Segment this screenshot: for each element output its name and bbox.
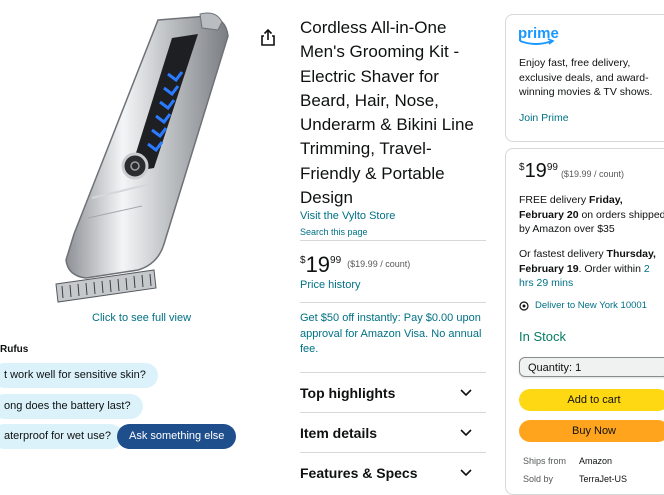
prime-logo: prime [518, 24, 562, 53]
price-per-unit: ($19.99 / count) [347, 259, 411, 269]
fastest-prefix: Or fastest delivery [519, 248, 607, 260]
ships-from-label: Ships from [523, 456, 567, 466]
stock-status: In Stock [519, 329, 566, 344]
chevron-down-icon [460, 469, 472, 477]
buy-box-price-symbol: $ [519, 162, 525, 173]
rufus-question-chip[interactable]: ong does the battery last? [0, 394, 143, 419]
share-icon[interactable] [258, 28, 278, 48]
fastest-mid: . Order within [578, 262, 644, 275]
join-prime-link[interactable]: Join Prime [519, 112, 569, 124]
price-whole: 19 [305, 252, 331, 277]
sold-by-link[interactable]: TerraJet-US [579, 474, 627, 484]
accordion-top-highlights[interactable]: Top highlights [300, 372, 486, 413]
fastest-delivery-text: Or fastest delivery Thursday, February 1… [519, 247, 664, 291]
rufus-label: Rufus [0, 344, 29, 355]
rufus-question-chip[interactable]: aterproof for wet use? [0, 424, 124, 449]
delivery-prefix: FREE delivery [519, 194, 590, 206]
price-history-link[interactable]: Price history [300, 279, 361, 291]
sold-by-label: Sold by [523, 474, 554, 484]
deliver-to-link[interactable]: Deliver to New York 10001 [519, 300, 647, 311]
buy-now-button[interactable]: Buy Now [519, 420, 664, 442]
visit-store-link[interactable]: Visit the Vylto Store [300, 210, 395, 222]
accordion-features-specs[interactable]: Features & Specs [300, 452, 486, 493]
accordion-item-details[interactable]: Item details [300, 412, 486, 453]
search-this-page-link[interactable]: Search this page [300, 227, 368, 237]
product-title: Cordless All-in-One Men's Grooming Kit -… [300, 18, 474, 208]
add-to-cart-button[interactable]: Add to cart [519, 389, 664, 411]
price-block: $1999 ($19.99 / count) [300, 253, 410, 279]
divider [300, 240, 486, 241]
chevron-down-icon [460, 429, 472, 437]
buy-box-price-whole: 19 [524, 160, 547, 182]
price-symbol: $ [300, 255, 306, 266]
product-image[interactable] [30, 8, 250, 308]
buy-box-price-unit: ($19.99 / count) [560, 169, 624, 179]
see-full-view-link[interactable]: Click to see full view [92, 312, 191, 324]
price-fraction: 99 [330, 255, 342, 266]
visa-promo-link[interactable]: Get $50 off instantly: Pay $0.00 upon ap… [300, 311, 486, 358]
accordion-label: Features & Specs [300, 465, 418, 481]
prime-logo-text: prime [518, 25, 559, 42]
free-delivery-text: FREE delivery Friday, February 20 on ord… [519, 193, 664, 237]
divider [300, 302, 486, 303]
accordion-label: Top highlights [300, 385, 396, 401]
prime-description: Enjoy fast, free delivery, exclusive dea… [519, 57, 653, 98]
chevron-down-icon [460, 389, 472, 397]
rufus-question-chip[interactable]: t work well for sensitive skin? [0, 363, 158, 388]
ask-something-else-button[interactable]: Ask something else [117, 424, 237, 449]
ships-from-value: Amazon [579, 456, 613, 466]
location-pin-icon [519, 300, 529, 311]
quantity-select[interactable]: Quantity: 1 [519, 357, 664, 377]
buy-box-price-fraction: 99 [546, 162, 558, 173]
accordion-label: Item details [300, 425, 378, 441]
deliver-to-text: Deliver to New York 10001 [535, 300, 647, 311]
buy-box-price: $1999($19.99 / count) [519, 160, 624, 183]
